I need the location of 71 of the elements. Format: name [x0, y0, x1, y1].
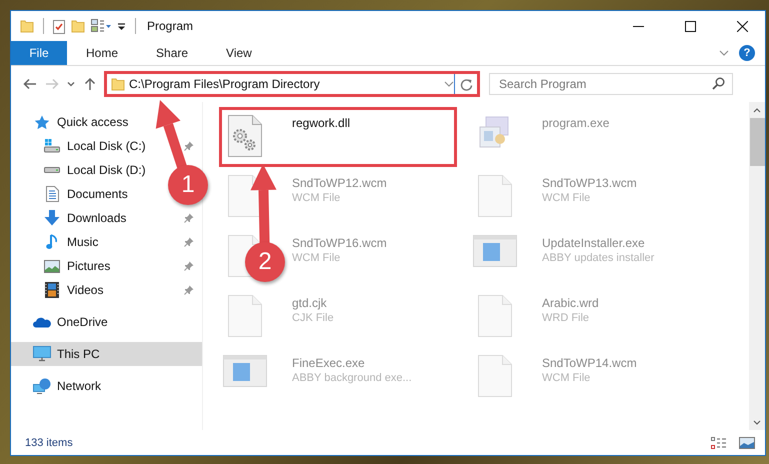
- file-type: ABBY background exe...: [292, 372, 412, 384]
- picture-icon: [44, 260, 60, 272]
- close-icon: [736, 20, 748, 32]
- window-title: Program: [147, 19, 194, 33]
- refresh-icon: [460, 78, 472, 90]
- sidebar-item[interactable]: OneDrive: [33, 311, 108, 333]
- ribbon-tab[interactable]: Home: [67, 41, 138, 65]
- file-type: WCM File: [292, 192, 342, 204]
- blank-file-icon: [228, 295, 262, 337]
- search-field[interactable]: Search Program: [489, 73, 733, 95]
- sidebar-item[interactable]: Local Disk (D:): [43, 159, 146, 181]
- help-button[interactable]: ?: [739, 45, 755, 61]
- film-icon: [45, 282, 59, 298]
- right-arrow-icon: [45, 78, 59, 90]
- picture-icon: [739, 436, 755, 448]
- new-folder-icon: [71, 19, 85, 33]
- music-note-icon: [46, 234, 58, 250]
- download-arrow-icon: [44, 210, 60, 226]
- drive-icon: [44, 139, 60, 153]
- blank-file-icon: [478, 295, 512, 337]
- blank-file-icon: [478, 175, 512, 217]
- scrollbar[interactable]: [749, 102, 765, 430]
- monitor-icon: [33, 346, 51, 362]
- customize-toolbar-icon: [117, 22, 126, 30]
- sidebar-item[interactable]: Videos: [43, 279, 104, 301]
- app-window-icon: [473, 235, 517, 267]
- sidebar-item[interactable]: Documents: [43, 183, 128, 205]
- sidebar-item[interactable]: Downloads: [43, 207, 126, 229]
- sidebar-item[interactable]: Music: [43, 231, 98, 253]
- file-type: WCM File: [292, 252, 342, 264]
- file-type: CJK File: [292, 312, 334, 324]
- blank-file-icon: [478, 355, 512, 397]
- details-view-button[interactable]: [711, 436, 727, 448]
- scroll-up-icon: [753, 108, 761, 112]
- dropdown-chevron-icon: [444, 81, 454, 87]
- item-count: 133 items: [25, 436, 74, 448]
- up-arrow-icon: [84, 77, 96, 91]
- star-icon: [34, 114, 50, 130]
- chevron-down-icon: [67, 81, 75, 87]
- address-path[interactable]: C:\Program Files\Program Directory: [129, 77, 440, 91]
- cloud-icon: [33, 316, 51, 328]
- sidebar-item[interactable]: Local Disk (C:): [43, 135, 146, 157]
- gear-file-icon: [228, 115, 262, 157]
- properties-check-icon: [53, 18, 65, 34]
- ribbon-tab[interactable]: Share: [137, 41, 208, 65]
- sidebar-item[interactable]: Quick access: [33, 111, 128, 133]
- folder-icon: [20, 19, 34, 33]
- ribbon-expand-icon: [719, 50, 729, 56]
- network-icon: [33, 378, 51, 394]
- list-view-icon: [711, 436, 727, 448]
- view-options-icon: [91, 19, 111, 33]
- app-window-icon: [223, 355, 267, 387]
- file-type: WRD File: [542, 312, 590, 324]
- scroll-down-icon: [753, 420, 761, 424]
- file-menu-tab[interactable]: File: [11, 41, 67, 65]
- sidebar-item[interactable]: Network: [33, 375, 102, 397]
- file-type: ABBY updates installer: [542, 252, 654, 264]
- drive-icon: [44, 167, 60, 173]
- maximize-icon: [684, 20, 696, 32]
- sidebar-item[interactable]: This PC: [33, 343, 100, 365]
- large-icons-view-button[interactable]: [739, 436, 755, 448]
- file-type: WCM File: [542, 192, 592, 204]
- ribbon-tab[interactable]: View: [207, 41, 271, 65]
- left-arrow-icon: [23, 78, 37, 90]
- sidebar-item[interactable]: Pictures: [43, 255, 110, 277]
- scroll-thumb[interactable]: [750, 118, 764, 166]
- search-icon: [712, 77, 725, 90]
- file-type: WCM File: [542, 372, 592, 384]
- file-name[interactable]: regwork.dll: [292, 116, 350, 130]
- document-icon: [46, 186, 58, 202]
- folder-icon: [111, 77, 125, 91]
